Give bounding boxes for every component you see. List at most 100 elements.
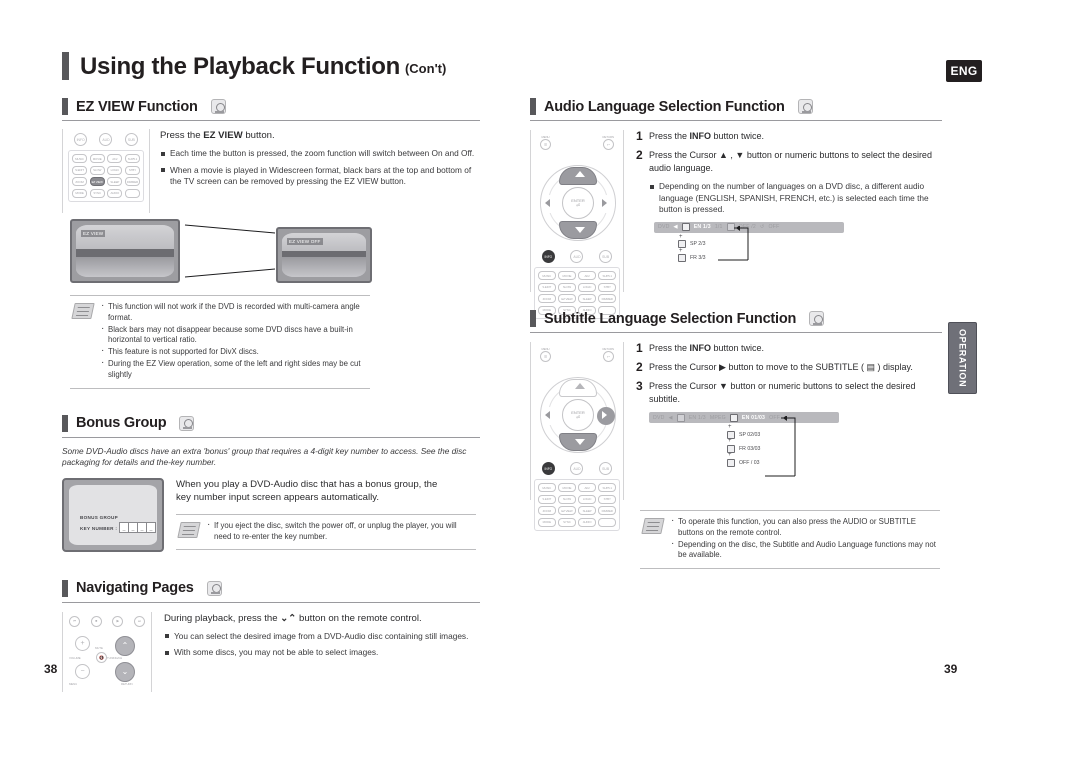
dpad-enter-button: ENTER ⏎ xyxy=(562,399,594,431)
remote-key-ak2: AK2 xyxy=(578,483,596,492)
remote-key-menu: ☰ xyxy=(540,139,551,150)
language-badge: ENG xyxy=(946,60,982,82)
connector-lines xyxy=(184,224,276,278)
remote-illustration-audio: MENU ☰ RETURN ↩ ENTER ⏎ INFO AUD SUB MUS… xyxy=(530,130,624,319)
audio-icon xyxy=(678,240,686,249)
remote-label-mute: MUTE xyxy=(95,645,103,650)
remote-key-ak2: AK2 xyxy=(107,154,123,163)
step-text-pre: Press the xyxy=(649,343,690,353)
note-list: To operate this function, you can also p… xyxy=(671,516,940,562)
bonus-group-screen-title: BONUS GROUP xyxy=(80,514,119,520)
remote-key-blank xyxy=(598,517,616,527)
key-digit-box[interactable]: _ xyxy=(146,521,156,533)
section-title-subtitle-language: Subtitle Language Selection Function xyxy=(544,310,797,327)
remote-key-dimmer: DIMMER xyxy=(598,294,616,304)
remote-key-stop: ■ xyxy=(90,615,102,627)
remote-key-mute: 🔇 xyxy=(96,651,107,663)
subtitle-icon xyxy=(727,458,735,467)
remote-key-dimmer: DIMMER xyxy=(598,506,616,516)
section-accent-bar xyxy=(62,98,68,115)
nav-lead-suffix: button on the remote control. xyxy=(296,612,422,624)
step-number: 2 xyxy=(636,148,643,162)
step-text: Press the Cursor ▲ , ▼ button or numeric… xyxy=(649,150,932,173)
osd-prefix: DVD xyxy=(658,224,670,231)
key-number-input[interactable]: _ _ _ _ xyxy=(119,521,156,533)
remote-key-zoom: ZOOM xyxy=(538,294,556,304)
manual-page: Using the Playback Function (Con't) ENG … xyxy=(0,0,1080,763)
audio-icon xyxy=(676,413,685,422)
step-text-bold: INFO xyxy=(689,343,712,353)
remote-key-hdmi-audio: AUDIO xyxy=(578,517,596,527)
remote-key-info: INFO xyxy=(541,250,555,263)
remote-key-ez-view: EZ VIEW xyxy=(558,506,576,516)
list-item: 2 Press the Cursor ▲ , ▼ button or numer… xyxy=(636,149,942,175)
remote-key-volume-up: + xyxy=(75,635,90,651)
remote-key-tuning-up: ⌃ xyxy=(115,635,135,656)
bonus-group-screen: BONUS GROUP KEY NUMBER : _ _ _ _ xyxy=(69,484,157,545)
step-text: Press the Cursor ▶ button to move to the… xyxy=(649,362,913,372)
operation-side-tab-label: OPERATION xyxy=(957,328,968,388)
dpad-right-arrow-icon xyxy=(602,411,607,419)
section-ez-view: EZ VIEW Function INFO AUD SUB MUSIC MOVI… xyxy=(62,98,480,389)
remote-illustration-navigation: ⏮ ■ ▶ ⏭ + − 🔇 ⌃ ⌄ VOLUME MUTE TUNING/CH … xyxy=(62,611,152,692)
title-accent-bar xyxy=(62,52,69,80)
remote-label-menu: MENU xyxy=(69,681,78,686)
remote-key-ez-view: EZ VIEW xyxy=(89,177,105,187)
note-pencil-icon xyxy=(71,303,95,319)
step-number: 1 xyxy=(636,129,643,143)
remote-key-subtitle: SUB xyxy=(599,250,613,263)
bonus-group-lead: When you play a DVD-Audio disc that has … xyxy=(176,478,438,503)
remote-key-zoom: ZOOM xyxy=(72,177,88,187)
tv-screen-content: EZ VIEW OFF xyxy=(282,233,366,277)
section-accent-bar xyxy=(530,98,536,115)
dpad-up-arrow-icon xyxy=(575,171,585,177)
remote-key-sleep: SLEEP xyxy=(578,294,596,304)
remote-key-slow: SLOW xyxy=(558,494,576,504)
remote-key-mode: MODE xyxy=(538,517,556,527)
tv-screen-ez-view-off: EZ VIEW OFF xyxy=(276,227,372,283)
section-header-bonus-group: Bonus Group xyxy=(62,414,480,438)
section-accent-bar xyxy=(62,579,68,597)
note-item: This feature is not supported for DivX d… xyxy=(101,346,370,358)
note-item: Depending on the disc, the Subtitle and … xyxy=(671,539,940,562)
step-number: 2 xyxy=(636,360,643,374)
remote-key-sound-edit: S.EDIT xyxy=(72,165,88,175)
bonus-group-key-label: KEY NUMBER : xyxy=(80,525,118,531)
remote-label-return: RETURN xyxy=(602,135,615,139)
remote-key-dimmer: DIMMER xyxy=(124,177,140,187)
list-item: 1 Press the INFO button twice. xyxy=(636,130,942,143)
tv-caption-left: EZ VIEW xyxy=(81,230,106,237)
note-item: This function will not work if the DVD i… xyxy=(101,301,370,324)
remote-key-logic: LOGIC xyxy=(578,494,596,504)
remote-key-prev: ⏮ xyxy=(69,615,80,627)
remote-key-return: ↩ xyxy=(602,139,614,150)
section-accent-bar xyxy=(530,310,536,327)
remote-key-super51: SUP5.1 xyxy=(598,483,616,492)
ez-view-bullets: Each time the button is pressed, the zoo… xyxy=(160,148,480,188)
nav-lead-glyphs: ⌄⌃ xyxy=(280,612,297,624)
remote-key-slow: SLOW xyxy=(558,282,576,292)
remote-key-logic: LOGIC xyxy=(107,165,123,175)
osd-dim-audio: EN 1/3 xyxy=(688,414,706,421)
page-title: Using the Playback Function (Con't) xyxy=(62,52,446,80)
note-list: This function will not work if the DVD i… xyxy=(101,301,370,382)
osd-loop-connector xyxy=(718,225,749,261)
tv-screen-content: EZ VIEW xyxy=(76,225,174,277)
operation-side-tab: OPERATION xyxy=(948,322,977,394)
remote-label-menu: MENU xyxy=(541,347,550,351)
osd-option-label: FR 3/3 xyxy=(690,255,706,262)
note-box-bonus-group: If you eject the disc, switch the power … xyxy=(176,513,476,551)
dpad-left-button xyxy=(541,407,559,425)
right-column: Audio Language Selection Function MENU ☰… xyxy=(530,98,942,570)
remote-key-standby: STBY xyxy=(124,165,140,175)
remote-key-slow: SLOW xyxy=(89,165,105,175)
ez-view-lead-prefix: Press the xyxy=(160,130,204,141)
note-item: To operate this function, you can also p… xyxy=(671,516,940,539)
list-item: 1 Press the INFO button twice. xyxy=(636,342,942,355)
remote-illustration-subtitle: MENU ☰ RETURN ↩ ENTER ⏎ INFO AUD SUB MUS… xyxy=(530,342,624,531)
note-box-ez-view: This function will not work if the DVD i… xyxy=(70,295,370,389)
dvd-audio-disc-icon xyxy=(179,415,195,431)
page-title-sub: (Con't) xyxy=(404,61,447,76)
remote-key-music: MUSIC xyxy=(72,154,88,163)
remote-key-info: INFO xyxy=(74,133,88,146)
